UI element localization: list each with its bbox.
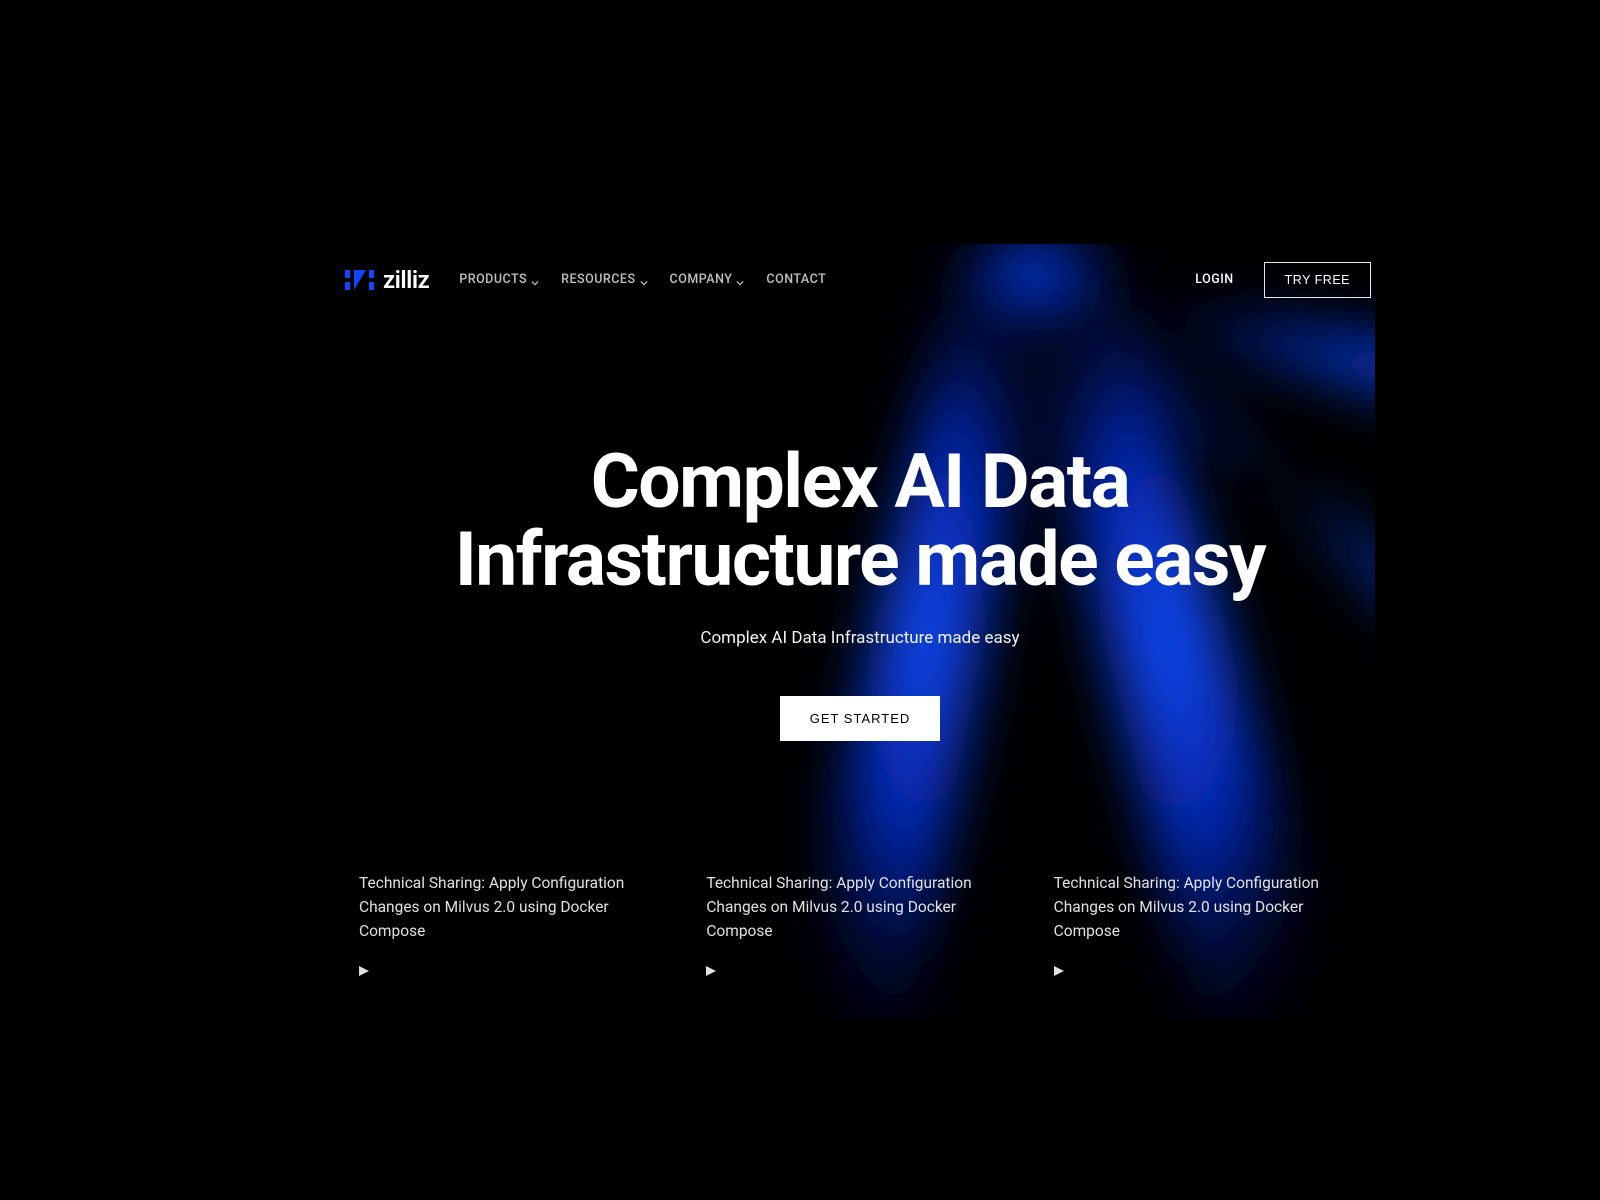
- chevron-down-icon: [736, 276, 744, 284]
- nav-item-label: CONTACT: [766, 272, 826, 287]
- logo-mark-icon: [345, 270, 375, 290]
- article-title: Technical Sharing: Apply Configuration C…: [1054, 871, 1361, 943]
- article-card[interactable]: Technical Sharing: Apply Configuration C…: [1054, 871, 1361, 971]
- play-icon: [706, 961, 716, 971]
- chevron-down-icon: [531, 276, 539, 284]
- hero-title: Complex AI Data Infrastructure made easy: [345, 443, 1375, 601]
- article-card[interactable]: Technical Sharing: Apply Configuration C…: [359, 871, 666, 971]
- main-nav: zilliz PRODUCTS RESOURCES COMPANY: [345, 244, 1375, 298]
- nav-item-label: RESOURCES: [561, 272, 635, 287]
- nav-item-label: PRODUCTS: [459, 272, 527, 287]
- hero-subtitle: Complex AI Data Infrastructure made easy: [345, 628, 1375, 648]
- brand-name: zilliz: [383, 266, 429, 294]
- nav-right: LOGIN TRY FREE: [1195, 262, 1371, 298]
- login-link[interactable]: LOGIN: [1195, 272, 1233, 287]
- nav-item-label: COMPANY: [670, 272, 733, 287]
- hero-title-line1: Complex AI Data: [591, 438, 1130, 526]
- article-title: Technical Sharing: Apply Configuration C…: [359, 871, 666, 943]
- play-icon: [1054, 961, 1064, 971]
- chevron-down-icon: [640, 276, 648, 284]
- article-title: Technical Sharing: Apply Configuration C…: [706, 871, 1013, 943]
- get-started-button[interactable]: GET STARTED: [780, 696, 941, 741]
- nav-links: PRODUCTS RESOURCES COMPANY: [459, 272, 826, 287]
- nav-item-contact[interactable]: CONTACT: [766, 272, 826, 287]
- article-card[interactable]: Technical Sharing: Apply Configuration C…: [706, 871, 1013, 971]
- nav-item-products[interactable]: PRODUCTS: [459, 272, 539, 287]
- try-free-button[interactable]: TRY FREE: [1264, 262, 1371, 298]
- brand-logo[interactable]: zilliz: [345, 266, 429, 294]
- hero-section: Complex AI Data Infrastructure made easy…: [345, 443, 1375, 742]
- nav-item-resources[interactable]: RESOURCES: [561, 272, 647, 287]
- nav-item-company[interactable]: COMPANY: [670, 272, 745, 287]
- play-icon: [359, 961, 369, 971]
- hero-title-line2: Infrastructure made easy: [455, 516, 1265, 604]
- articles-row: Technical Sharing: Apply Configuration C…: [345, 871, 1375, 971]
